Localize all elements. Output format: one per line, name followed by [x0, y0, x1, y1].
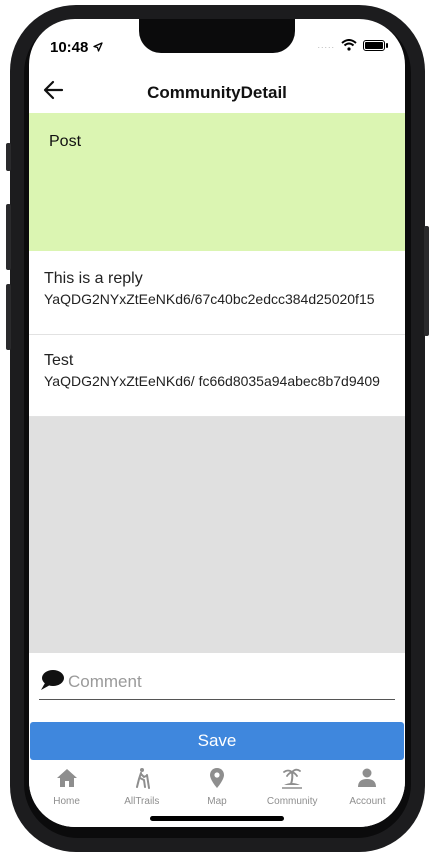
comment-field [39, 665, 395, 700]
signal-icon: ..... [317, 40, 335, 50]
reply-title: This is a reply [44, 270, 143, 287]
mute-switch [6, 143, 11, 171]
map-pin-icon [210, 768, 224, 788]
speech-bubble-icon [41, 670, 64, 690]
save-button[interactable]: Save [30, 722, 404, 760]
location-arrow-icon [92, 42, 103, 52]
battery-icon [363, 39, 388, 51]
comment-input[interactable] [66, 669, 390, 695]
tab-label: AllTrails [124, 796, 160, 807]
notch [139, 19, 295, 53]
person-icon [358, 768, 377, 787]
volume-up-button [6, 204, 11, 270]
tab-label: Community [266, 796, 318, 807]
tab-home[interactable]: Home [29, 760, 104, 827]
island-icon [282, 768, 303, 789]
hiker-icon [135, 768, 150, 789]
home-icon [56, 769, 77, 787]
reply-id: YaQDG2NYxZtEeNKd6/67c40bc2edcc384d25020f… [44, 291, 375, 307]
empty-list-area [29, 417, 405, 653]
volume-down-button [6, 284, 11, 350]
power-button [424, 226, 429, 336]
status-icons: ..... [317, 39, 388, 51]
status-time: 10:48 [50, 39, 103, 56]
tab-account[interactable]: Account [330, 760, 405, 827]
navigation-bar: CommunityDetail [29, 71, 405, 113]
reply-title: Test [44, 352, 74, 369]
tab-label: Account [349, 796, 386, 807]
tab-label: Home [53, 796, 80, 807]
page-title: CommunityDetail [147, 83, 287, 102]
app-screen: 10:48 ..... CommunityDetail Post This is… [29, 19, 405, 827]
reply-item[interactable]: Test YaQDG2NYxZtEeNKd6/ fc66d8035a94abec… [29, 336, 405, 417]
wifi-icon [341, 39, 357, 51]
reply-id: YaQDG2NYxZtEeNKd6/ fc66d8035a94abec8b7d9… [44, 373, 380, 389]
home-indicator [150, 816, 284, 821]
reply-item[interactable]: This is a reply YaQDG2NYxZtEeNKd6/67c40b… [29, 254, 405, 335]
post-text: Post [49, 133, 82, 150]
tab-label: Map [207, 796, 227, 807]
post-card: Post [29, 113, 405, 251]
